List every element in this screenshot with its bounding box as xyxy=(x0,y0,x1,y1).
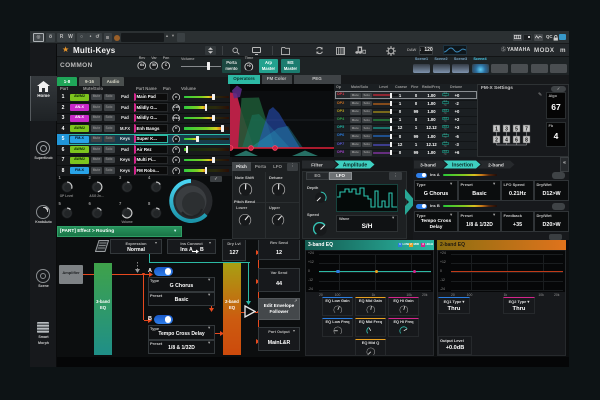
svg-text:5: 5 xyxy=(515,127,518,133)
svg-text:4: 4 xyxy=(505,138,508,144)
svg-text:8: 8 xyxy=(525,138,528,144)
svg-text:2-band: 2-band xyxy=(488,162,504,168)
svg-text:6: 6 xyxy=(515,138,518,144)
svg-text:3: 3 xyxy=(505,127,508,133)
svg-text:7: 7 xyxy=(525,127,528,133)
svg-text:Amplitude: Amplitude xyxy=(343,162,368,168)
svg-text:2: 2 xyxy=(495,138,498,144)
svg-text:Insertion: Insertion xyxy=(452,162,473,168)
svg-text:3-band: 3-band xyxy=(420,162,436,168)
svg-text:Filter: Filter xyxy=(311,162,323,168)
svg-text:1: 1 xyxy=(495,127,498,133)
